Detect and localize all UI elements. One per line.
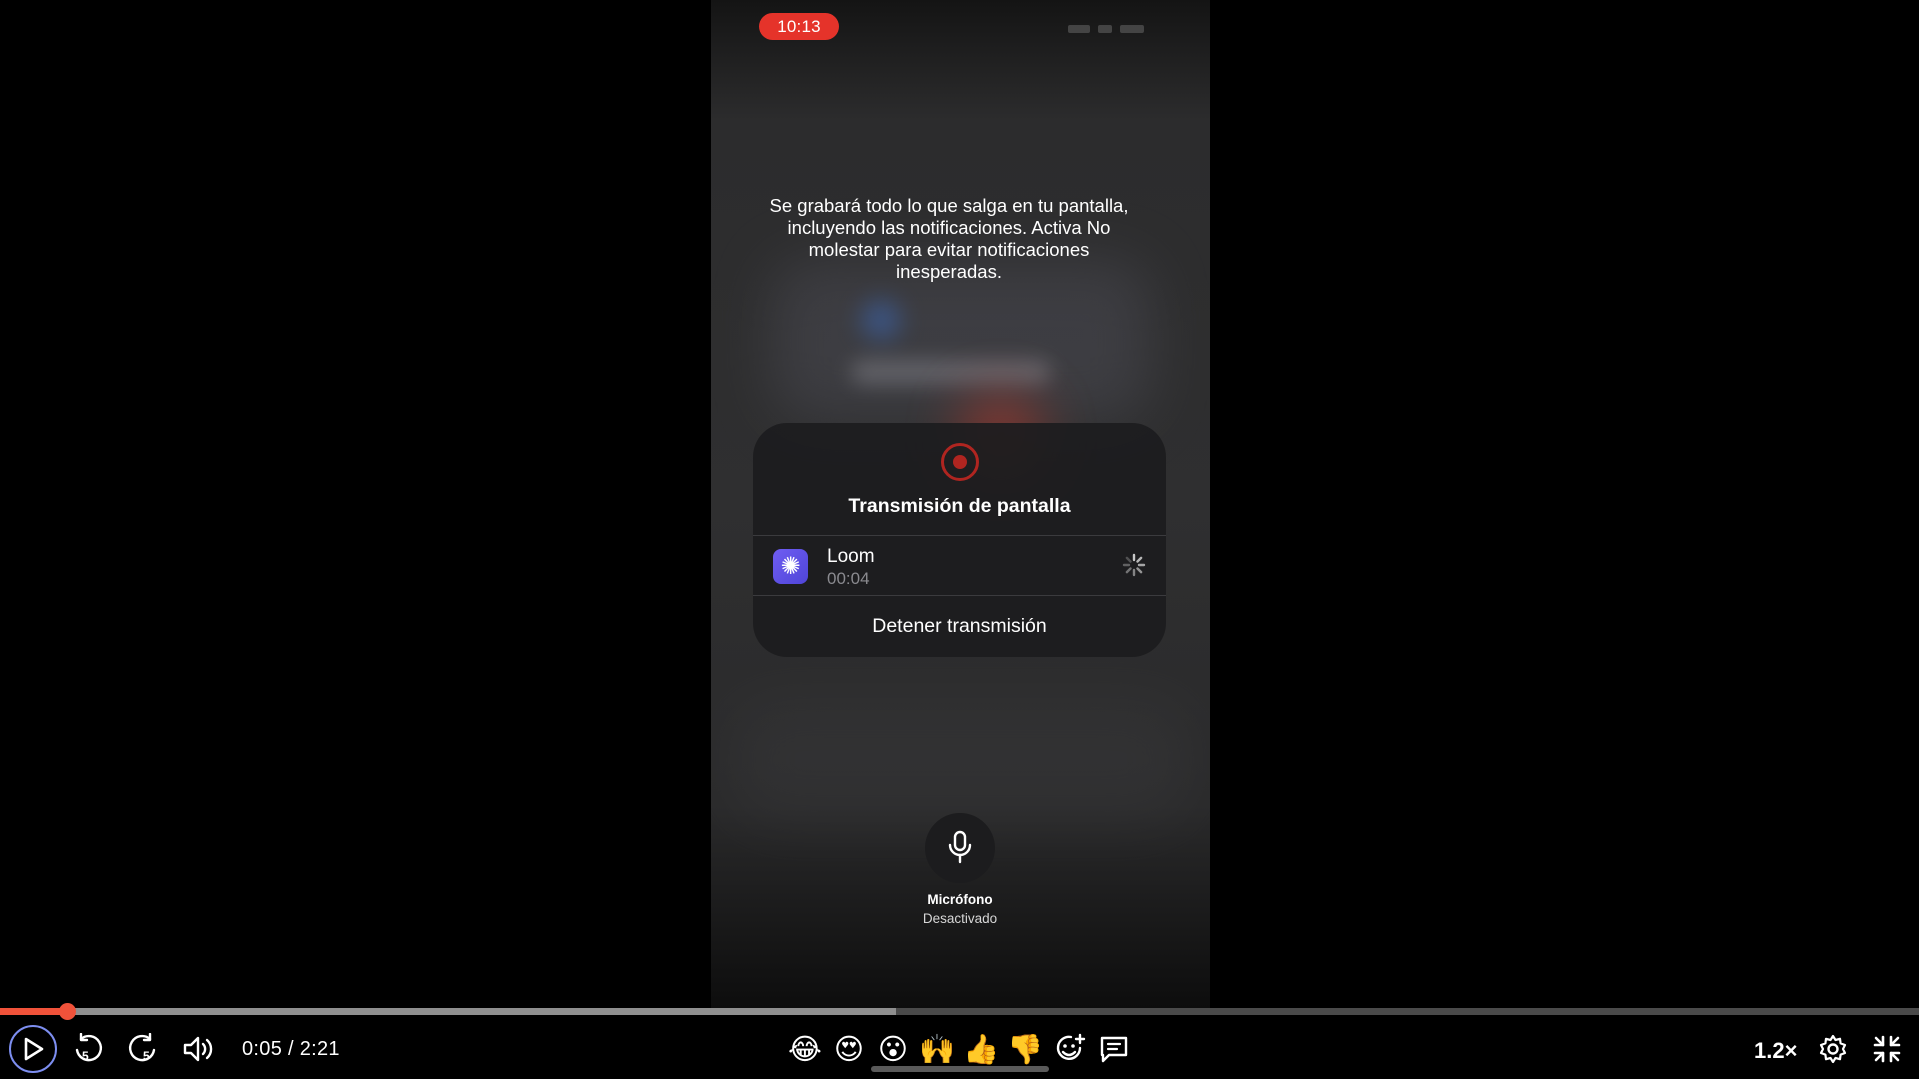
stop-broadcast-button[interactable]: Detener transmisión — [753, 596, 1166, 657]
play-icon — [24, 1037, 44, 1061]
surprised-reaction[interactable]: 😮 — [874, 1029, 912, 1069]
blurred-background — [851, 360, 1051, 384]
thumbs-up-reaction[interactable]: 👍 — [962, 1029, 1000, 1069]
exit-fullscreen-icon — [1873, 1035, 1901, 1063]
playback-speed-button[interactable]: 1.2× — [1754, 1038, 1797, 1064]
record-icon — [941, 443, 979, 481]
volume-button[interactable] — [178, 1029, 218, 1069]
app-elapsed-time: 00:04 — [827, 569, 870, 588]
rewind-5-icon: 5 — [75, 1033, 102, 1063]
app-name: Loom — [827, 546, 875, 567]
screen-broadcast-card: Transmisión de pantalla ✺ Loom 00:04 Det… — [753, 423, 1166, 657]
joy-reaction[interactable]: 😂 — [786, 1029, 824, 1069]
blurred-background — [731, 700, 1191, 820]
reaction-bar: 😂 😍 😮 🙌 👍 👎 — [786, 1029, 1044, 1069]
status-icons — [1068, 22, 1168, 36]
comment-button[interactable] — [1094, 1029, 1134, 1069]
settings-button[interactable] — [1813, 1029, 1853, 1069]
microphone-icon — [948, 830, 972, 864]
play-button[interactable] — [9, 1025, 57, 1073]
time-display: 0:05 / 2:21 — [242, 1038, 340, 1060]
svg-text:5: 5 — [143, 1049, 150, 1063]
forward-5-button[interactable]: 5 — [123, 1029, 163, 1069]
microphone-button[interactable] — [925, 813, 995, 883]
blurred-background — [861, 300, 901, 340]
raised-hands-reaction[interactable]: 🙌 — [918, 1029, 956, 1069]
microphone-state: Desactivado — [922, 911, 998, 926]
progress-played — [0, 1008, 68, 1015]
progress-buffered — [0, 1008, 897, 1015]
loom-app-icon: ✺ — [773, 549, 808, 584]
loading-spinner-icon — [1122, 553, 1146, 577]
status-time: 10:13 — [759, 13, 839, 40]
progress-bar[interactable] — [0, 1003, 1919, 1020]
rewind-5-button[interactable]: 5 — [68, 1029, 108, 1069]
settings-icon — [1819, 1034, 1847, 1064]
forward-5-icon: 5 — [129, 1033, 156, 1063]
volume-icon — [183, 1036, 213, 1062]
recording-warning: Se grabará todo lo que salga en tu panta… — [769, 195, 1129, 282]
add-reaction-icon — [1056, 1033, 1086, 1060]
exit-fullscreen-button[interactable] — [1867, 1029, 1907, 1069]
thumbs-down-reaction[interactable]: 👎 — [1006, 1029, 1044, 1069]
broadcast-title: Transmisión de pantalla — [848, 495, 1071, 517]
svg-text:5: 5 — [82, 1049, 89, 1063]
home-indicator — [871, 1066, 1049, 1072]
broadcast-app-row[interactable]: ✺ Loom 00:04 — [753, 536, 1166, 595]
microphone-label: Micrófono — [927, 892, 993, 907]
heart-eyes-reaction[interactable]: 😍 — [830, 1029, 868, 1069]
blurred-background — [771, 260, 1151, 420]
comment-icon — [1100, 1036, 1128, 1063]
add-reaction-button[interactable] — [1050, 1029, 1090, 1069]
